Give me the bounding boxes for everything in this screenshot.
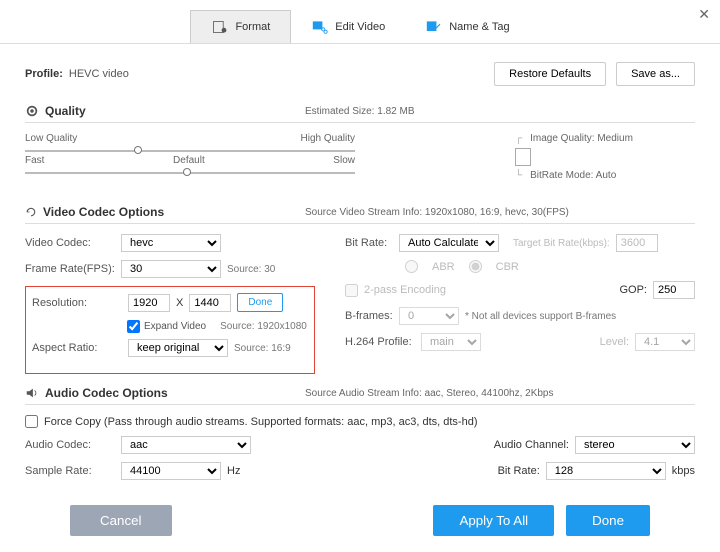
- h264-profile-label: H.264 Profile:: [345, 336, 415, 348]
- video-section-head: Video Codec Options Source Video Stream …: [25, 205, 695, 224]
- aspect-ratio-source: Source: 16:9: [234, 343, 291, 354]
- speed-slider[interactable]: [25, 172, 355, 174]
- audio-codec-label: Audio Codec:: [25, 439, 115, 451]
- audio-channel-label: Audio Channel:: [494, 439, 569, 451]
- hz-label: Hz: [227, 465, 240, 477]
- high-quality-label: High Quality: [301, 133, 355, 144]
- tab-edit-video[interactable]: Edit Video: [291, 10, 405, 43]
- tab-format-label: Format: [235, 21, 270, 33]
- bracket-icon: ┌: [515, 133, 522, 144]
- bframes-note: * Not all devices support B-frames: [465, 311, 616, 322]
- bframes-label: B-frames:: [345, 310, 393, 322]
- restore-defaults-button[interactable]: Restore Defaults: [494, 62, 606, 86]
- bracket-icon-2: └: [515, 170, 522, 181]
- gop-label: GOP:: [619, 284, 647, 296]
- document-icon: [515, 148, 531, 166]
- audio-section-head: Audio Codec Options Source Audio Stream …: [25, 386, 695, 405]
- fps-source: Source: 30: [227, 264, 275, 275]
- format-icon: [211, 19, 229, 35]
- tab-nametag-label: Name & Tag: [449, 21, 509, 33]
- target-bitrate-label: Target Bit Rate(kbps):: [513, 238, 610, 249]
- footer: Cancel Apply To All Done: [0, 505, 720, 536]
- video-stream-info: Source Video Stream Info: 1920x1080, 16:…: [305, 207, 569, 218]
- level-label: Level:: [600, 336, 629, 348]
- tab-name-tag[interactable]: Name & Tag: [405, 10, 529, 43]
- twopass-label: 2-pass Encoding: [364, 284, 446, 296]
- audio-codec-title: Audio Codec Options: [45, 386, 168, 400]
- quality-slider[interactable]: [25, 150, 355, 152]
- video-codec-select[interactable]: hevc: [121, 234, 221, 252]
- save-as-button[interactable]: Save as...: [616, 62, 695, 86]
- close-icon[interactable]: ✕: [698, 6, 710, 23]
- resolution-height-input[interactable]: [189, 294, 231, 312]
- profile-label: Profile:: [25, 68, 63, 80]
- profile-value: HEVC video: [69, 68, 129, 80]
- sample-rate-label: Sample Rate:: [25, 465, 115, 477]
- h264-profile-select: main: [421, 333, 481, 351]
- bitrate-select[interactable]: Auto Calculate: [399, 234, 499, 252]
- force-copy-checkbox[interactable]: [25, 415, 38, 428]
- sample-rate-select[interactable]: 44100: [121, 462, 221, 480]
- resolution-highlight-box: Resolution: X Done Expand Video Source: 192…: [25, 286, 315, 374]
- cancel-button[interactable]: Cancel: [70, 505, 172, 536]
- quality-title: Quality: [45, 104, 86, 118]
- resolution-done-button[interactable]: Done: [237, 293, 283, 312]
- audio-stream-info: Source Audio Stream Info: aac, Stereo, 4…: [305, 388, 554, 399]
- x-separator: X: [176, 297, 183, 309]
- level-select: 4.1: [635, 333, 695, 351]
- pencil-icon: [425, 19, 443, 35]
- gear-icon: [25, 104, 39, 118]
- audio-bitrate-select[interactable]: 128: [546, 462, 666, 480]
- target-bitrate-input: [616, 234, 658, 252]
- fast-label: Fast: [25, 155, 44, 166]
- profile-row: Profile: HEVC video Restore Defaults Sav…: [25, 62, 695, 86]
- twopass-checkbox: [345, 284, 358, 297]
- speaker-icon: [25, 386, 39, 400]
- audio-bitrate-label: Bit Rate:: [498, 465, 540, 477]
- default-label: Default: [173, 155, 205, 166]
- low-quality-label: Low Quality: [25, 133, 77, 144]
- bitrate-label: Bit Rate:: [345, 237, 393, 249]
- apply-to-all-button[interactable]: Apply To All: [433, 505, 554, 536]
- cbr-radio: [469, 260, 482, 273]
- kbps-label: kbps: [672, 465, 695, 477]
- slow-label: Slow: [333, 155, 355, 166]
- estimated-size: Estimated Size: 1.82 MB: [305, 106, 415, 117]
- tab-format[interactable]: Format: [190, 10, 291, 43]
- bframes-select: 0: [399, 307, 459, 325]
- audio-channel-select[interactable]: stereo: [575, 436, 695, 454]
- gop-input[interactable]: [653, 281, 695, 299]
- audio-codec-select[interactable]: aac: [121, 436, 251, 454]
- resolution-width-input[interactable]: [128, 294, 170, 312]
- expand-video-label: Expand Video: [144, 321, 206, 332]
- video-codec-label: Video Codec:: [25, 237, 115, 249]
- abr-radio: [405, 260, 418, 273]
- cbr-label: CBR: [496, 261, 519, 273]
- aspect-ratio-label: Aspect Ratio:: [32, 342, 122, 354]
- tab-bar: Format Edit Video Name & Tag: [0, 0, 720, 44]
- bitrate-mode-text: BitRate Mode: Auto: [530, 170, 616, 181]
- image-quality-text: Image Quality: Medium: [530, 133, 633, 144]
- expand-video-checkbox[interactable]: [127, 320, 140, 333]
- force-copy-label: Force Copy (Pass through audio streams. …: [44, 416, 477, 428]
- resolution-label: Resolution:: [32, 297, 122, 309]
- fps-label: Frame Rate(FPS):: [25, 263, 115, 275]
- fps-select[interactable]: 30: [121, 260, 221, 278]
- abr-label: ABR: [432, 261, 455, 273]
- refresh-icon: [25, 206, 37, 218]
- done-button[interactable]: Done: [566, 505, 650, 536]
- video-codec-title: Video Codec Options: [43, 205, 164, 219]
- scissors-icon: [311, 19, 329, 35]
- quality-section-head: Quality Estimated Size: 1.82 MB: [25, 104, 695, 123]
- tab-edit-label: Edit Video: [335, 21, 385, 33]
- resolution-source: Source: 1920x1080: [220, 321, 307, 332]
- aspect-ratio-select[interactable]: keep original: [128, 339, 228, 357]
